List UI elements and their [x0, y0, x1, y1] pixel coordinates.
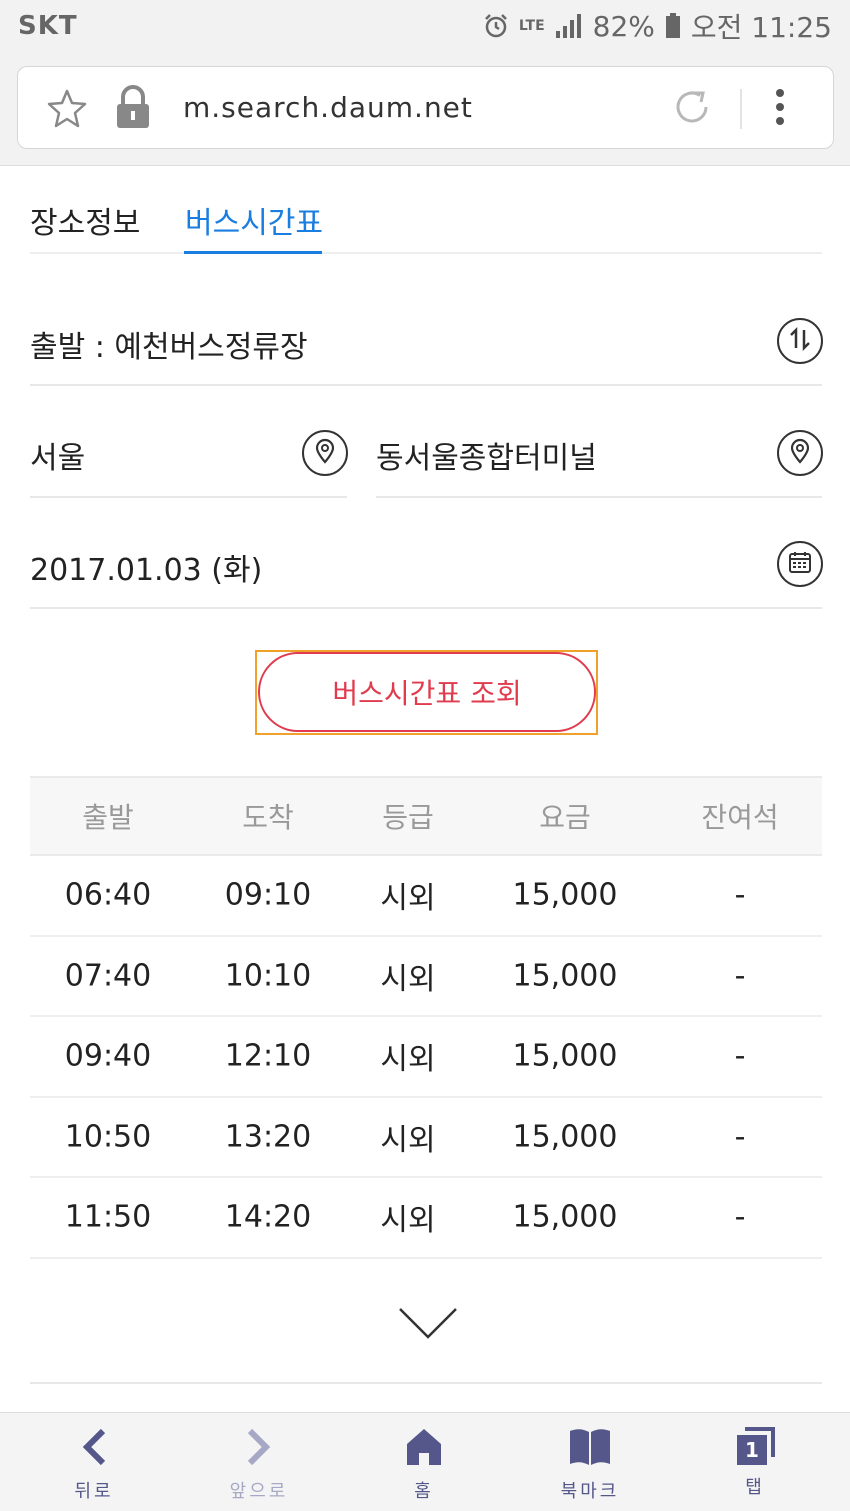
calendar-icon [788, 550, 812, 578]
url-text[interactable]: m.search.daum.net [183, 91, 473, 124]
remaining-seats: - [734, 1038, 746, 1074]
table-row: 07:40 10:10 시외 15,000 - [30, 937, 822, 1017]
column-header-departure: 출발 [82, 801, 134, 834]
bus-grade: 시외 [380, 1042, 436, 1078]
tabs-icon: 1 [735, 1427, 775, 1467]
column-header-grade: 등급 [382, 801, 434, 834]
carrier-label: SKT [18, 11, 78, 41]
fare: 15,000 [512, 1119, 618, 1155]
status-bar: SKT LTE 82% 오전 11:25 [0, 0, 850, 52]
nav-bookmark-label: 북마크 [560, 1481, 620, 1502]
bus-grade: 시외 [380, 1122, 436, 1158]
divider [30, 496, 347, 498]
table-row: 10:50 13:20 시외 15,000 - [30, 1098, 822, 1178]
nav-tabs-button[interactable]: 1 탭 [705, 1413, 805, 1511]
fare: 15,000 [512, 958, 618, 994]
swap-icon [787, 326, 813, 356]
remaining-seats: - [734, 958, 746, 994]
tab-count: 1 [745, 1438, 759, 1462]
arrival-time: 12:10 [224, 1038, 312, 1074]
more-menu-icon[interactable] [773, 87, 787, 127]
date-field[interactable]: 2017.01.03 (화) [30, 545, 262, 589]
active-tab-indicator [184, 251, 322, 254]
battery-icon [665, 13, 681, 39]
table-row: 09:40 12:10 시외 15,000 - [30, 1017, 822, 1098]
fare: 15,000 [512, 1038, 618, 1074]
to-location-button[interactable] [777, 430, 823, 476]
divider [376, 496, 822, 498]
column-header-fare: 요금 [539, 801, 591, 834]
arrival-time: 09:10 [224, 877, 312, 913]
divider [30, 1382, 822, 1384]
browser-bottom-nav: 뒤로 앞으로 홈 북마크 1 탭 [0, 1412, 850, 1511]
forward-icon [244, 1427, 274, 1471]
nav-back-button[interactable]: 뒤로 [44, 1413, 144, 1511]
address-bar[interactable]: m.search.daum.net [17, 66, 834, 149]
arrival-time: 10:10 [224, 958, 312, 994]
nav-back-label: 뒤로 [74, 1481, 114, 1502]
battery-percent: 82% [592, 9, 655, 43]
to-terminal-field[interactable]: 동서울종합터미널 [376, 433, 597, 477]
status-indicators: LTE 82% 오전 11:25 [483, 6, 832, 46]
remaining-seats: - [734, 1199, 746, 1235]
reload-icon[interactable] [670, 85, 714, 129]
signal-icon [555, 13, 583, 39]
tab-place-info[interactable]: 장소정보 [30, 198, 140, 242]
nav-forward-label: 앞으로 [229, 1481, 289, 1502]
home-icon [405, 1427, 443, 1471]
departure-time: 10:50 [64, 1119, 152, 1155]
nav-forward-button[interactable]: 앞으로 [209, 1413, 309, 1511]
divider [30, 607, 822, 609]
nav-tabs-label: 탭 [745, 1477, 765, 1498]
bus-grade: 시외 [380, 961, 436, 997]
remaining-seats: - [734, 1119, 746, 1155]
column-header-arrival: 도착 [242, 801, 294, 834]
remaining-seats: - [734, 877, 746, 913]
bookmark-star-icon[interactable] [46, 87, 88, 129]
search-timetable-button[interactable]: 버스시간표 조회 [258, 652, 596, 732]
location-pin-icon [314, 438, 336, 468]
back-icon [79, 1427, 109, 1471]
departure-label: 출발 : 예천버스정류장 [30, 330, 308, 365]
departure-time: 06:40 [64, 877, 152, 913]
from-city-field[interactable]: 서울 [30, 433, 85, 477]
arrival-time: 13:20 [224, 1119, 312, 1155]
table-row: 06:40 09:10 시외 15,000 - [30, 856, 822, 937]
tab-bus-timetable[interactable]: 버스시간표 [185, 198, 323, 242]
page: SKT LTE 82% 오전 11:25 m.search.daum.net 장… [0, 0, 850, 1511]
departure-time: 07:40 [64, 958, 152, 994]
nav-home-label: 홈 [414, 1481, 434, 1502]
arrival-time: 14:20 [224, 1199, 312, 1235]
departure-time: 11:50 [64, 1199, 152, 1235]
bus-grade: 시외 [380, 1203, 436, 1239]
location-pin-icon [789, 438, 811, 468]
lock-icon [114, 85, 152, 129]
url-divider [740, 89, 742, 129]
bookmark-icon [568, 1427, 612, 1471]
swap-button[interactable] [777, 318, 823, 364]
bus-timetable: 출발 도착 등급 요금 잔여석 06:40 09:10 시외 15,000 - … [30, 776, 822, 1259]
fare: 15,000 [512, 877, 618, 913]
browser-toolbar: m.search.daum.net [0, 52, 850, 166]
content-tabs: 장소정보 버스시간표 [30, 190, 822, 254]
from-location-button[interactable] [302, 430, 348, 476]
nav-home-button[interactable]: 홈 [374, 1413, 474, 1511]
calendar-button[interactable] [777, 541, 823, 587]
bus-grade: 시외 [380, 881, 436, 917]
network-type: LTE [518, 18, 545, 34]
nav-bookmark-button[interactable]: 북마크 [540, 1413, 640, 1511]
departure-time: 09:40 [64, 1038, 152, 1074]
table-row: 11:50 14:20 시외 15,000 - [30, 1178, 822, 1259]
divider [30, 384, 822, 386]
column-header-seats: 잔여석 [701, 801, 779, 834]
clock: 오전 11:25 [690, 11, 832, 44]
fare: 15,000 [512, 1199, 618, 1235]
table-header: 출발 도착 등급 요금 잔여석 [30, 776, 822, 856]
alarm-icon [483, 13, 509, 39]
show-more-chevron-icon[interactable] [398, 1305, 458, 1345]
